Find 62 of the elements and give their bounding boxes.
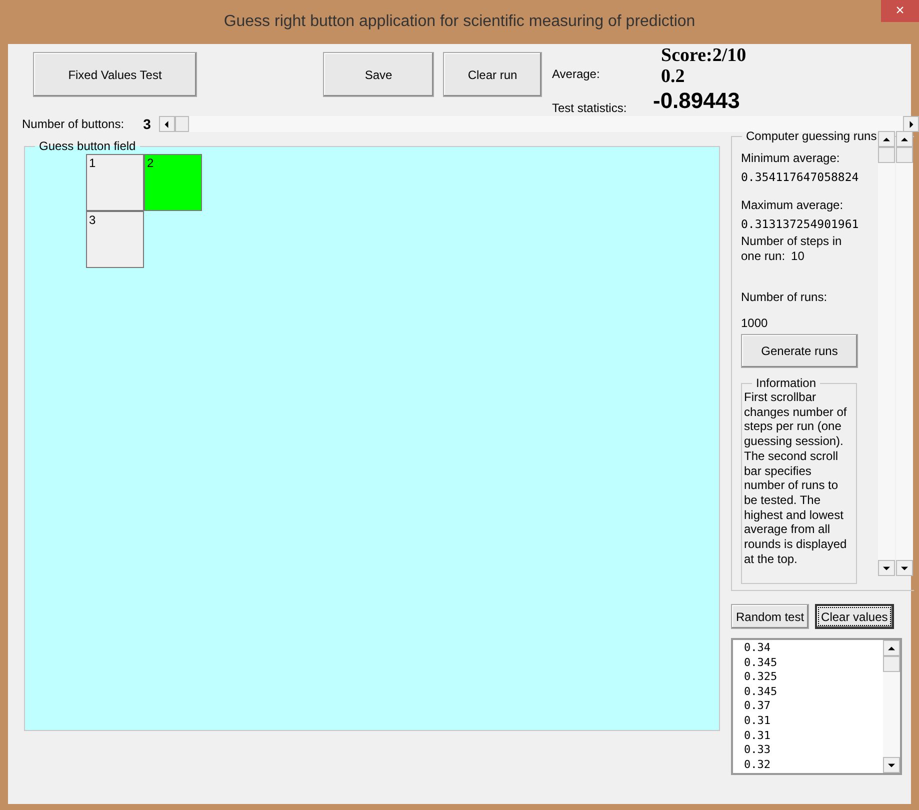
- generate-runs-button[interactable]: Generate runs: [741, 334, 858, 368]
- frame-title: Information: [755, 376, 818, 390]
- action-button[interactable]: Clear values: [815, 604, 894, 629]
- vertical-scrollbar[interactable]: [878, 131, 895, 576]
- vertical-scrollbar[interactable]: [883, 640, 900, 773]
- scroll-left-button[interactable]: [158, 116, 175, 132]
- scroll-down-button[interactable]: [883, 757, 900, 773]
- up-arrow-icon: [888, 644, 895, 652]
- list-item[interactable]: 0.325: [744, 670, 883, 685]
- scroll-thumb[interactable]: [174, 116, 189, 132]
- up-arrow-icon: [901, 136, 908, 142]
- list-item[interactable]: 0.37: [744, 699, 883, 714]
- toolbar-button[interactable]: Fixed Values Test: [33, 52, 197, 97]
- list-item[interactable]: 0.33: [744, 743, 883, 758]
- action-button[interactable]: Random test: [731, 604, 810, 629]
- scroll-thumb[interactable]: [896, 147, 913, 163]
- down-arrow-icon: [883, 564, 890, 572]
- minimum-average-value: 0.354117647058824: [741, 170, 860, 184]
- scroll-thumb[interactable]: [883, 656, 900, 672]
- guess-button[interactable]: 2: [144, 154, 202, 211]
- list-item[interactable]: 0.31: [744, 728, 883, 744]
- number-of-buttons-label: Number of buttons:: [22, 117, 124, 131]
- window-title: Guess right button application for scientific measuring of prediction: [224, 13, 696, 31]
- right-arrow-icon: [908, 120, 914, 128]
- average-label: Average:: [552, 67, 601, 81]
- steps-text: Number of steps in one run: 10: [741, 234, 843, 264]
- list-item[interactable]: 0.34: [744, 641, 883, 656]
- down-arrow-icon: [901, 564, 908, 572]
- close-button[interactable]: ×: [881, 0, 919, 22]
- test-statistics-value: -0.89443: [653, 89, 741, 113]
- minimum-average-label: Minimum average:: [741, 151, 841, 165]
- list-item[interactable]: 0.31: [744, 714, 883, 729]
- maximum-average-label: Maximum average:: [741, 198, 844, 212]
- list-item[interactable]: 0.32: [744, 758, 883, 772]
- list-item[interactable]: 0.345: [744, 656, 883, 670]
- scroll-thumb[interactable]: [878, 147, 895, 163]
- list-item[interactable]: 0.345: [744, 684, 883, 700]
- scroll-up-button[interactable]: [878, 131, 895, 147]
- scroll-down-button[interactable]: [896, 560, 913, 576]
- frame-title: Guess button field: [38, 139, 137, 153]
- toolbar-button[interactable]: Clear run: [443, 52, 542, 97]
- maximum-average-value: 0.313137254901961: [741, 217, 860, 231]
- runs-label: Number of runs:: [741, 290, 828, 304]
- score-text: Score:2/10: [661, 45, 746, 66]
- horizontal-scrollbar[interactable]: [158, 116, 919, 132]
- runs-value: 1000: [741, 316, 769, 330]
- information-text: First scrollbar changes number of steps per run (one guessing session). The second scroll bar specifies number of runs to be tested. The highest and lowest average from all rounds is displayed at the top.: [744, 390, 848, 566]
- number-of-buttons-value: 3: [143, 116, 151, 132]
- scroll-up-button[interactable]: [883, 640, 900, 656]
- scroll-down-button[interactable]: [878, 560, 895, 576]
- guess-button[interactable]: 1: [86, 154, 144, 211]
- up-arrow-icon: [883, 136, 890, 142]
- test-statistics-label: Test statistics:: [552, 101, 628, 115]
- scroll-up-button[interactable]: [896, 131, 913, 147]
- scroll-right-button[interactable]: [903, 116, 919, 132]
- down-arrow-icon: [888, 762, 895, 768]
- guess-button[interactable]: 3: [86, 211, 144, 268]
- frame-title: Computer guessing runs: [745, 129, 878, 143]
- left-arrow-icon: [163, 120, 170, 128]
- vertical-scrollbar[interactable]: [896, 131, 913, 576]
- toolbar-button[interactable]: Save: [323, 52, 434, 97]
- average-value: 0.2: [661, 66, 686, 87]
